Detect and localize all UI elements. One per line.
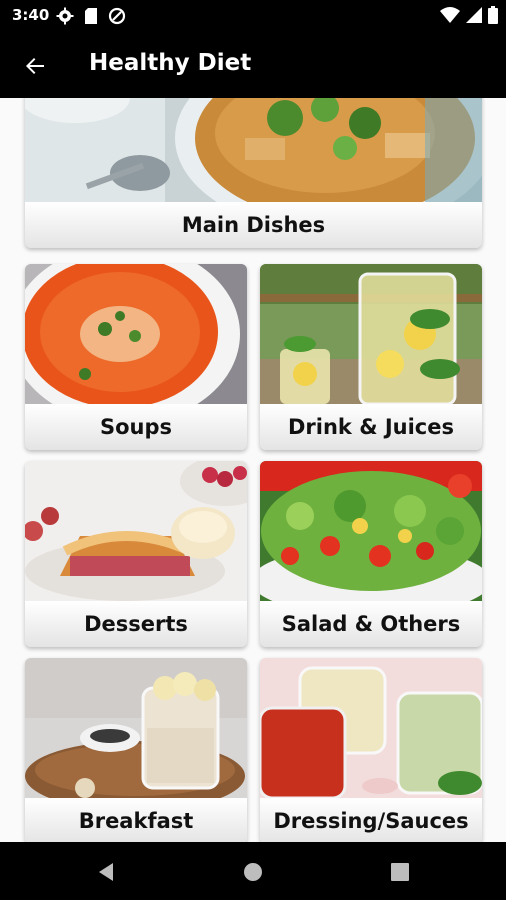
category-card-main-dishes[interactable]: Main Dishes (25, 98, 482, 248)
category-label: Main Dishes (25, 202, 482, 248)
page-title: Healthy Diet (89, 50, 252, 76)
back-button[interactable] (18, 49, 52, 83)
app-bar: Healthy Diet (0, 32, 506, 98)
category-card-dressing-sauces[interactable]: Dressing/Sauces (260, 658, 482, 842)
sd-card-icon (85, 8, 97, 24)
main-dishes-image (25, 98, 482, 206)
category-card-drink-juices[interactable]: Drink & Juices (260, 264, 482, 450)
signal-icon (466, 7, 482, 23)
dressing-sauces-image (260, 658, 482, 798)
breakfast-image (25, 658, 247, 798)
gear-icon (56, 7, 74, 25)
system-nav-bar (0, 842, 506, 900)
category-label: Dressing/Sauces (260, 798, 482, 842)
nav-back-icon[interactable] (94, 859, 120, 885)
category-card-breakfast[interactable]: Breakfast (25, 658, 247, 842)
category-card-salad-others[interactable]: Salad & Others (260, 461, 482, 647)
nav-recents-icon[interactable] (387, 859, 413, 885)
category-card-soups[interactable]: Soups (25, 264, 247, 450)
status-bar: 3:40 (0, 0, 506, 32)
category-grid: Main Dishes Soups Drink & Juices Dessert… (0, 98, 506, 842)
wifi-icon (440, 7, 460, 23)
nav-home-icon[interactable] (240, 859, 266, 885)
category-label: Drink & Juices (260, 404, 482, 450)
salad-others-image (260, 461, 482, 601)
battery-icon (488, 6, 498, 24)
drink-juices-image (260, 264, 482, 404)
status-time: 3:40 (12, 6, 50, 24)
category-label: Salad & Others (260, 601, 482, 647)
arrow-back-icon (26, 58, 44, 74)
category-label: Soups (25, 404, 247, 450)
category-card-desserts[interactable]: Desserts (25, 461, 247, 647)
category-label: Breakfast (25, 798, 247, 842)
soups-image (25, 264, 247, 404)
category-label: Desserts (25, 601, 247, 647)
data-saver-icon (108, 7, 126, 25)
desserts-image (25, 461, 247, 601)
